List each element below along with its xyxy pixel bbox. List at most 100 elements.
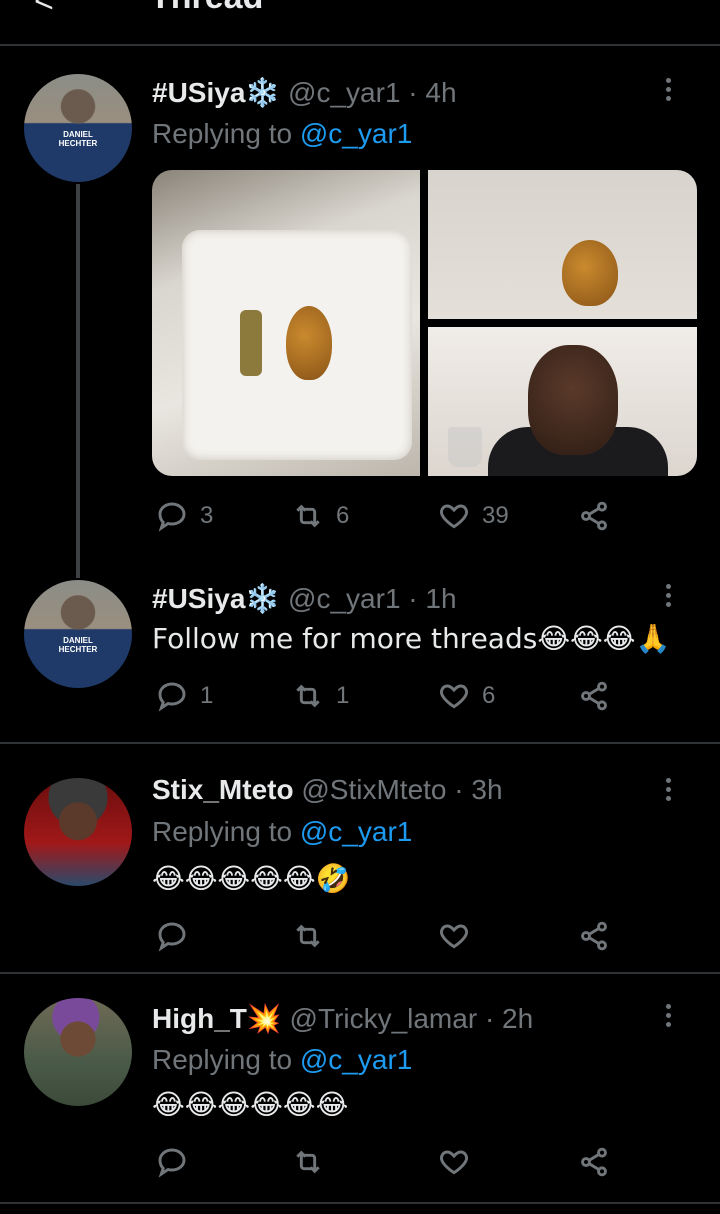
share-button[interactable] <box>578 676 610 716</box>
reply-icon <box>158 1148 186 1178</box>
media-photo-reaction[interactable] <box>428 327 697 476</box>
top-bar: < Thread <box>0 0 720 46</box>
tweet-text: 😂😂😂😂😂🤣 <box>152 862 351 895</box>
share-button[interactable] <box>578 1142 610 1182</box>
tweet-actions <box>152 1142 622 1182</box>
replying-to-label: Replying to <box>152 816 293 847</box>
replying-to-label: Replying to <box>152 1044 293 1075</box>
tweet-header: #USiya❄️ @c_yar1 · 4h <box>152 76 457 109</box>
retweet-button[interactable] <box>292 1142 324 1182</box>
share-button[interactable] <box>578 916 610 956</box>
chicken-drumstick-image <box>562 240 618 306</box>
tweet-text: 😂😂😂😂😂😂 <box>152 1088 349 1121</box>
replying-to-link[interactable]: @c_yar1 <box>300 118 412 149</box>
display-name[interactable]: #USiya❄️ <box>152 583 280 614</box>
tweet-header: Stix_Mteto @StixMteto · 3h <box>152 774 503 806</box>
separator: · <box>408 77 418 108</box>
avatar-shirt-text: DANIEL HECHTER <box>58 636 98 654</box>
reply-button[interactable]: 3 <box>156 496 213 536</box>
more-icon[interactable] <box>666 580 671 611</box>
chicken-drumstick-image <box>286 306 332 380</box>
username[interactable]: @c_yar1 <box>288 583 400 614</box>
back-arrow-icon[interactable]: < <box>34 0 54 21</box>
separator: · <box>454 774 464 805</box>
reply-button[interactable]: 1 <box>156 676 213 716</box>
replying-to-link[interactable]: @c_yar1 <box>300 816 412 847</box>
tweet-header: High_T💥 @Tricky_lamar · 2h <box>152 1002 533 1035</box>
replying-to: Replying to @c_yar1 <box>152 816 412 848</box>
reply-count: 1 <box>200 682 214 709</box>
avatar-shirt-text: DANIEL HECHTER <box>58 130 98 148</box>
glass-image <box>448 427 482 467</box>
replying-to-label: Replying to <box>152 118 293 149</box>
timestamp[interactable]: 2h <box>502 1003 533 1034</box>
person-face-image <box>528 345 618 455</box>
separator: · <box>408 583 418 614</box>
media-photo-chicken-key[interactable] <box>152 170 420 476</box>
like-icon <box>440 684 468 709</box>
like-icon <box>440 924 468 949</box>
like-count: 6 <box>482 682 496 709</box>
username[interactable]: @Tricky_lamar <box>290 1003 478 1034</box>
like-button[interactable] <box>438 1142 470 1182</box>
retweet-button[interactable]: 1 <box>292 676 349 716</box>
more-icon[interactable] <box>666 774 671 805</box>
avatar[interactable] <box>24 998 132 1106</box>
reply-count: 3 <box>200 502 214 529</box>
share-button[interactable] <box>578 496 610 536</box>
like-icon <box>440 1150 468 1175</box>
replying-to: Replying to @c_yar1 <box>152 1044 412 1076</box>
retweet-icon <box>296 1150 320 1174</box>
like-button[interactable]: 6 <box>438 676 495 716</box>
thread-line <box>76 184 80 578</box>
replying-to: Replying to @c_yar1 <box>152 118 412 150</box>
share-icon <box>581 681 607 711</box>
timestamp[interactable]: 3h <box>471 774 502 805</box>
share-icon <box>581 501 607 531</box>
reply-button[interactable] <box>156 916 188 956</box>
retweet-icon <box>296 924 320 948</box>
retweet-count: 6 <box>336 502 350 529</box>
display-name[interactable]: High_T💥 <box>152 1003 282 1034</box>
more-icon[interactable] <box>666 1000 671 1031</box>
key-image <box>240 310 262 376</box>
timestamp[interactable]: 1h <box>425 583 456 614</box>
share-icon <box>581 1147 607 1177</box>
tweet-header: #USiya❄️ @c_yar1 · 1h <box>152 582 457 615</box>
avatar[interactable]: DANIEL HECHTER <box>24 74 132 182</box>
tweet-actions: 3 6 39 <box>152 496 622 536</box>
separator: · <box>484 1003 495 1034</box>
tweet-text: Follow me for more threads😂😂😂🙏 <box>152 622 671 655</box>
tweet-actions: 1 1 6 <box>152 676 622 716</box>
retweet-icon <box>296 684 320 708</box>
retweet-icon <box>296 504 320 528</box>
avatar[interactable] <box>24 778 132 886</box>
username[interactable]: @StixMteto <box>301 774 446 805</box>
divider <box>0 1202 720 1204</box>
divider <box>0 742 720 744</box>
reply-icon <box>158 922 186 952</box>
like-count: 39 <box>482 502 509 529</box>
reply-icon <box>158 682 186 712</box>
media-photo-chicken-closeup[interactable] <box>428 170 697 319</box>
replying-to-link[interactable]: @c_yar1 <box>300 1044 412 1075</box>
username[interactable]: @c_yar1 <box>288 77 400 108</box>
display-name[interactable]: Stix_Mteto <box>152 774 294 805</box>
divider <box>0 972 720 974</box>
timestamp[interactable]: 4h <box>425 77 456 108</box>
retweet-button[interactable] <box>292 916 324 956</box>
retweet-button[interactable]: 6 <box>292 496 349 536</box>
retweet-count: 1 <box>336 682 350 709</box>
share-icon <box>581 921 607 951</box>
display-name[interactable]: #USiya❄️ <box>152 77 280 108</box>
page-title: Thread <box>150 0 263 17</box>
tweet-media-grid[interactable] <box>152 170 697 476</box>
reply-button[interactable] <box>156 1142 188 1182</box>
like-button[interactable]: 39 <box>438 496 509 536</box>
more-icon[interactable] <box>666 74 671 105</box>
like-button[interactable] <box>438 916 470 956</box>
reply-icon <box>158 502 186 532</box>
avatar[interactable]: DANIEL HECHTER <box>24 580 132 688</box>
like-icon <box>440 504 468 529</box>
tweet-actions <box>152 916 622 956</box>
